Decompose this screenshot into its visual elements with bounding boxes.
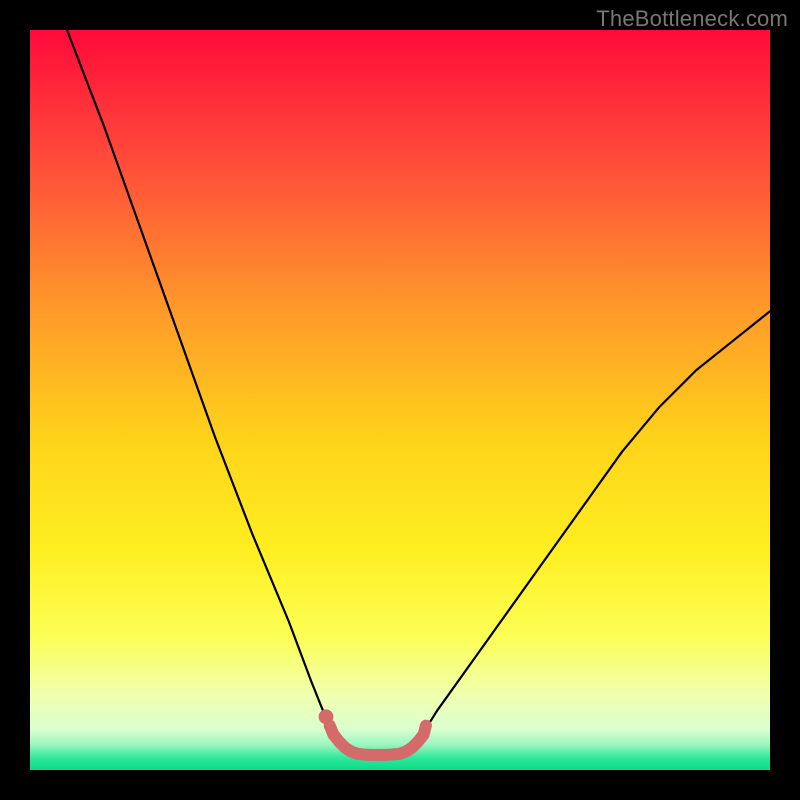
series-trough-dot-left-dot — [319, 709, 334, 724]
series-trough-highlight — [330, 726, 426, 755]
series-right-curve — [411, 311, 770, 748]
curves-layer — [30, 30, 770, 770]
series-left-curve — [67, 30, 345, 748]
watermark-label: TheBottleneck.com — [596, 6, 788, 32]
plot-area — [30, 30, 770, 770]
chart-frame: TheBottleneck.com — [0, 0, 800, 800]
